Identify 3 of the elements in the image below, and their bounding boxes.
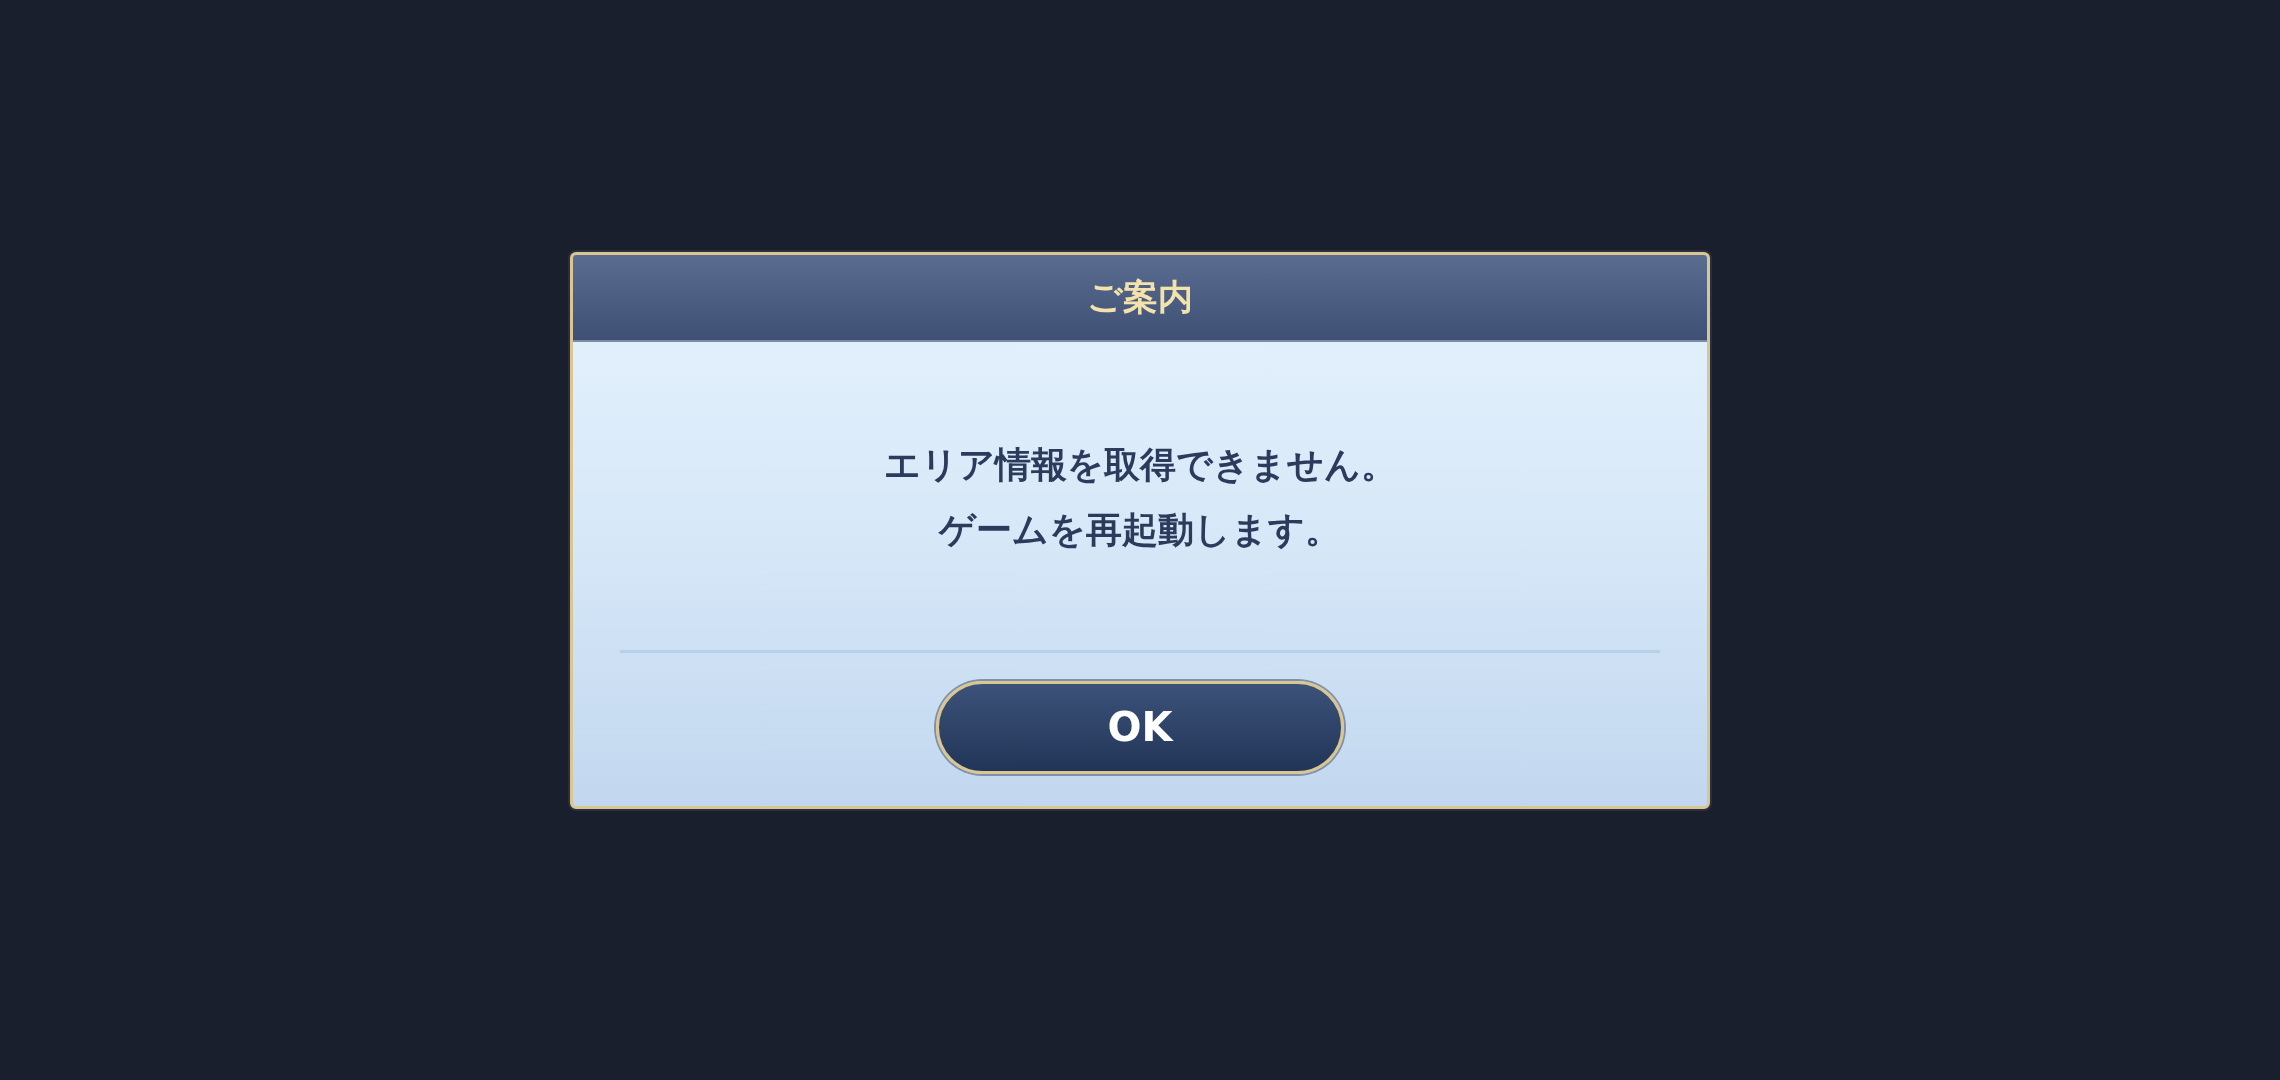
ok-button[interactable]: OK [936,680,1344,774]
dialog-message: エリア情報を取得できません。 ゲームを再起動します。 [883,442,1397,552]
dialog-title: ご案内 [1087,275,1193,319]
